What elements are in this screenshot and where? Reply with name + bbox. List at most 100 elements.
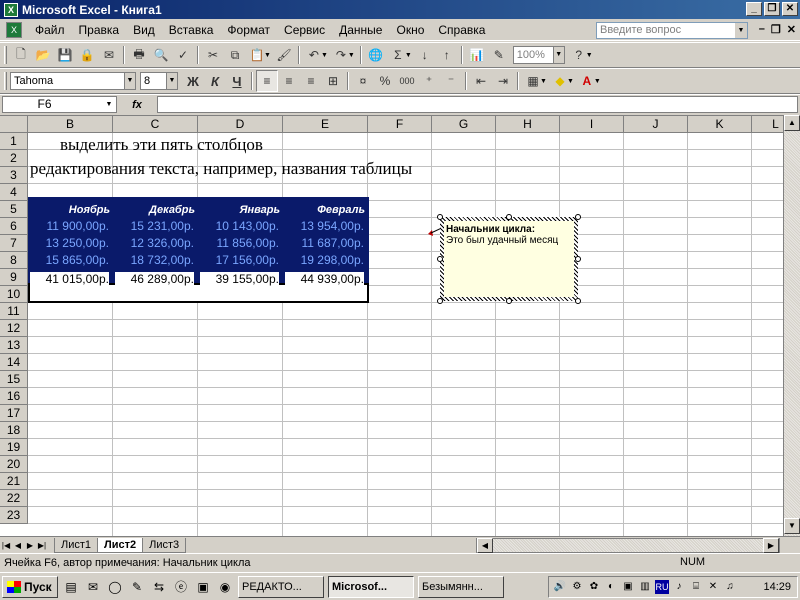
task-excel[interactable]: Microsof... <box>328 575 414 598</box>
select-all-corner[interactable] <box>0 116 28 133</box>
start-button[interactable]: Пуск <box>2 575 58 598</box>
next-sheet-icon[interactable]: ▶ <box>24 541 36 550</box>
chevron-down-icon[interactable]: ▼ <box>166 73 177 89</box>
percent-button[interactable]: % <box>374 70 396 92</box>
chevron-down-icon[interactable]: ▼ <box>594 78 601 85</box>
row-header[interactable]: 11 <box>0 303 28 320</box>
row-header[interactable]: 5 <box>0 201 28 218</box>
column-header[interactable]: G <box>432 116 496 133</box>
opera-icon[interactable]: ◯ <box>106 578 124 596</box>
italic-button[interactable]: К <box>204 70 226 92</box>
chevron-down-icon[interactable]: ▼ <box>540 78 547 85</box>
scroll-down-icon[interactable]: ▼ <box>784 518 800 534</box>
row-header[interactable]: 21 <box>0 473 28 490</box>
row-header[interactable]: 1 <box>0 133 28 150</box>
data-cell[interactable]: 12 326,00р. <box>113 236 194 250</box>
tray-app-icon[interactable]: ⚙ <box>570 580 584 594</box>
task-word[interactable]: РЕДАКТО... <box>238 575 324 598</box>
row-header[interactable]: 3 <box>0 167 28 184</box>
column-header[interactable]: K <box>688 116 752 133</box>
volume-icon[interactable]: 🔊 <box>553 580 567 594</box>
save-icon[interactable]: 💾 <box>54 44 76 66</box>
doc-minimize-button[interactable]: – <box>759 23 765 36</box>
edit-icon[interactable]: ✎ <box>128 578 146 596</box>
comment-body[interactable]: Начальник цикла: Это был удачный месяц <box>444 221 574 297</box>
tray-app-icon[interactable]: ▣ <box>621 580 635 594</box>
column-header[interactable]: I <box>560 116 624 133</box>
comment-resize-handle[interactable] <box>575 298 581 304</box>
row-header[interactable]: 2 <box>0 150 28 167</box>
cell-comment[interactable]: Начальник цикла: Это был удачный месяц <box>440 217 578 301</box>
comment-resize-handle[interactable] <box>506 214 512 220</box>
help-search-input[interactable]: Введите вопрос ▼ <box>596 22 748 39</box>
month-header-cell[interactable]: Декабрь <box>113 204 195 216</box>
chevron-down-icon[interactable]: ▼ <box>586 52 593 59</box>
prev-sheet-icon[interactable]: ◀ <box>12 541 24 550</box>
chevron-down-icon[interactable]: ▼ <box>735 23 747 38</box>
first-sheet-icon[interactable]: |◀ <box>0 541 12 550</box>
task-paint[interactable]: Безымянн... <box>418 575 504 598</box>
menu-data[interactable]: Данные <box>332 23 389 37</box>
comment-resize-handle[interactable] <box>575 256 581 262</box>
row-header[interactable]: 19 <box>0 439 28 456</box>
month-header-cell[interactable]: Январь <box>198 204 280 216</box>
menu-file[interactable]: Файл <box>28 23 72 37</box>
restore-button[interactable]: ❐ <box>764 2 780 16</box>
row-header[interactable]: 8 <box>0 252 28 269</box>
outlook-icon[interactable]: ✉ <box>84 578 102 596</box>
menu-format[interactable]: Формат <box>220 23 277 37</box>
comment-resize-handle[interactable] <box>437 298 443 304</box>
new-icon[interactable]: 🗋 <box>10 44 32 66</box>
tab-sheet3[interactable]: Лист3 <box>142 537 187 553</box>
row-header[interactable]: 4 <box>0 184 28 201</box>
data-cell[interactable]: 19 298,00р. <box>283 253 364 267</box>
font-size-select[interactable]: 8 ▼ <box>140 72 178 90</box>
comment-resize-handle[interactable] <box>506 298 512 304</box>
row-header[interactable]: 22 <box>0 490 28 507</box>
scroll-left-icon[interactable]: ◀ <box>477 538 493 553</box>
column-header[interactable]: J <box>624 116 688 133</box>
row-header[interactable]: 18 <box>0 422 28 439</box>
total-cell[interactable]: 44 939,00р. <box>285 272 364 286</box>
menu-window[interactable]: Окно <box>389 23 431 37</box>
chevron-down-icon[interactable]: ▼ <box>405 52 412 59</box>
sort-ascending-icon[interactable]: ↓ <box>414 44 436 66</box>
formula-input[interactable] <box>157 96 798 113</box>
spelling-icon[interactable]: ✓ <box>172 44 194 66</box>
month-header-cell[interactable]: Февраль <box>283 204 365 216</box>
column-header[interactable]: D <box>198 116 283 133</box>
row-header[interactable]: 17 <box>0 405 28 422</box>
data-cell[interactable]: 18 732,00р. <box>113 253 194 267</box>
total-cell[interactable]: 41 015,00р. <box>30 272 109 286</box>
currency-icon[interactable]: ¤ <box>352 70 374 92</box>
workbook-icon[interactable]: X <box>6 21 22 38</box>
comment-resize-handle[interactable] <box>437 214 443 220</box>
cut-icon[interactable]: ✂ <box>202 44 224 66</box>
tray-app-icon[interactable]: ✿ <box>587 580 601 594</box>
total-cell[interactable]: 46 289,00р. <box>115 272 194 286</box>
total-cell[interactable]: 39 155,00р. <box>200 272 279 286</box>
chevron-down-icon[interactable]: ▼ <box>264 52 271 59</box>
worksheet-grid[interactable]: BCDEFGHIJKL 1 2 3 4 5 6 7 8 9 10 11 12 13 14 15 16 17 18 1… <box>0 115 800 536</box>
column-header[interactable]: B <box>28 116 113 133</box>
doc-restore-button[interactable]: ❐ <box>771 23 781 36</box>
data-cell[interactable]: 13 954,00р. <box>283 219 364 233</box>
row-header[interactable]: 20 <box>0 456 28 473</box>
drawing-icon[interactable]: ✎ <box>488 44 510 66</box>
chevron-down-icon[interactable]: ▼ <box>567 78 574 85</box>
column-header[interactable]: E <box>283 116 368 133</box>
row-header[interactable]: 14 <box>0 354 28 371</box>
language-indicator[interactable]: RU <box>655 580 669 594</box>
menu-insert[interactable]: Вставка <box>162 23 221 37</box>
row-header[interactable]: 13 <box>0 337 28 354</box>
chevron-down-icon[interactable]: ▼ <box>348 52 355 59</box>
comment-resize-handle[interactable] <box>437 256 443 262</box>
tray-app-icon[interactable]: ♪ <box>672 580 686 594</box>
scroll-up-icon[interactable]: ▲ <box>784 115 800 131</box>
menu-edit[interactable]: Правка <box>72 23 127 37</box>
chart-wizard-icon[interactable]: 📊 <box>466 44 488 66</box>
row-header[interactable]: 7 <box>0 235 28 252</box>
row-header[interactable]: 16 <box>0 388 28 405</box>
tab-sheet1[interactable]: Лист1 <box>54 537 99 553</box>
open-icon[interactable]: 📂 <box>32 44 54 66</box>
